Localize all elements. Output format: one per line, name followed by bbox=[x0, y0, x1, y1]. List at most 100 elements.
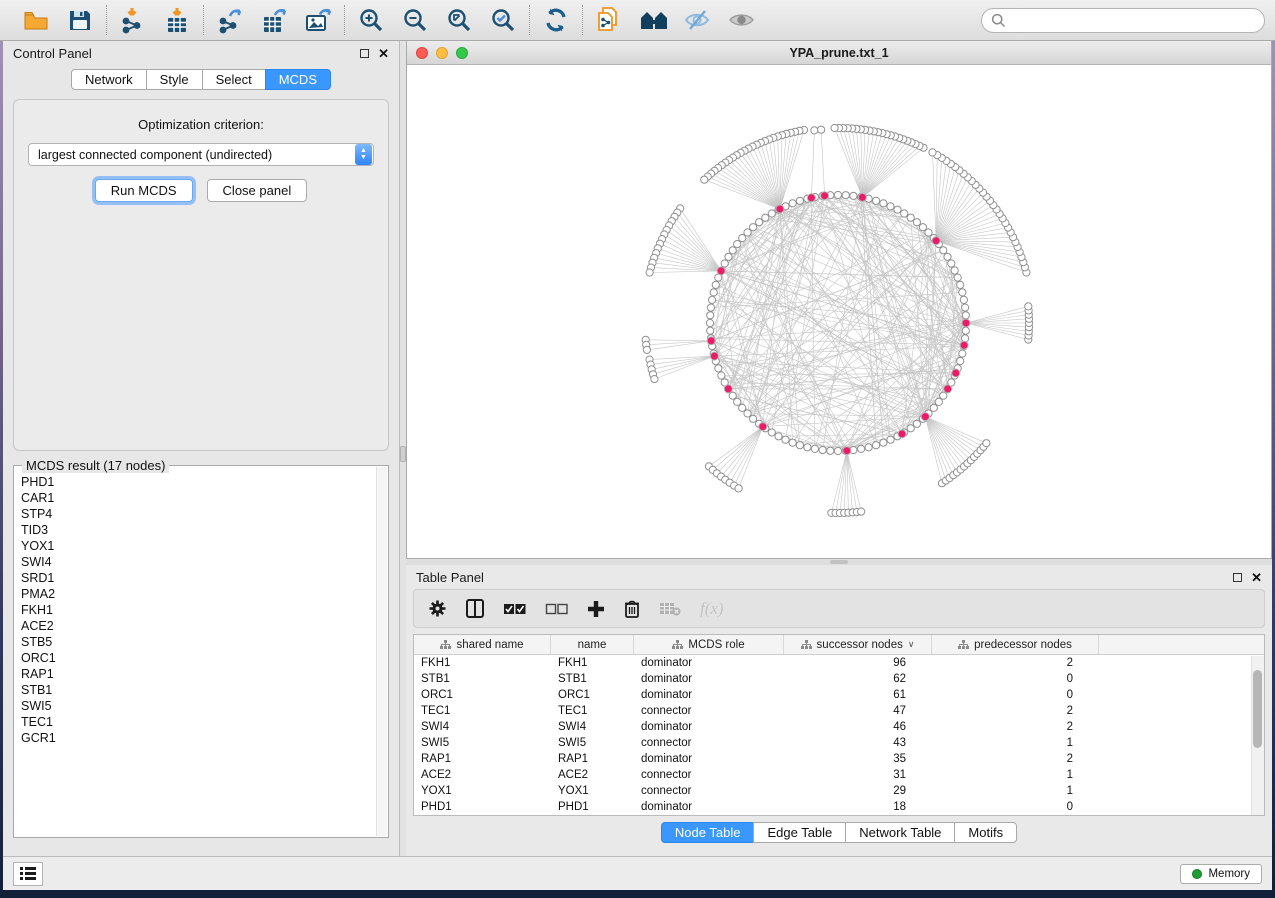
mcds-list-item[interactable]: ORC1 bbox=[21, 650, 382, 666]
network-node[interactable] bbox=[707, 327, 714, 334]
network-leaf-node[interactable] bbox=[643, 346, 650, 353]
network-node[interactable] bbox=[789, 439, 796, 446]
mcds-list-item[interactable]: SWI5 bbox=[21, 698, 382, 714]
network-node[interactable] bbox=[957, 281, 964, 288]
table-cell[interactable]: connector bbox=[634, 767, 784, 783]
save-session-button[interactable] bbox=[66, 6, 94, 34]
network-leaf-node[interactable] bbox=[651, 376, 658, 383]
network-node[interactable] bbox=[734, 241, 741, 248]
deselect-all-columns-button[interactable] bbox=[545, 603, 568, 615]
network-leaf-node[interactable] bbox=[701, 176, 708, 183]
table-cell[interactable]: STB1 bbox=[414, 671, 551, 687]
table-cell[interactable]: YOX1 bbox=[414, 783, 551, 799]
optimization-criterion-select[interactable]: largest connected component (undirected)… bbox=[28, 143, 374, 166]
add-column-button[interactable] bbox=[587, 600, 605, 618]
mcds-result-scrollbar[interactable] bbox=[376, 467, 387, 836]
mcds-list-item[interactable]: PHD1 bbox=[21, 474, 382, 490]
table-cell[interactable]: RAP1 bbox=[551, 751, 634, 767]
close-panel-icon[interactable]: ✕ bbox=[378, 47, 389, 60]
table-cell[interactable]: 35 bbox=[784, 751, 932, 767]
zoom-in-button[interactable] bbox=[357, 6, 385, 34]
mcds-list-item[interactable]: ACE2 bbox=[21, 618, 382, 634]
network-node[interactable] bbox=[951, 267, 958, 274]
network-node[interactable] bbox=[834, 447, 841, 454]
network-node[interactable] bbox=[960, 296, 967, 303]
table-cell[interactable]: 2 bbox=[932, 655, 1099, 671]
tab-style[interactable]: Style bbox=[146, 69, 203, 90]
duplicate-network-button[interactable] bbox=[595, 6, 623, 34]
show-all-button[interactable] bbox=[727, 6, 755, 34]
import-table-button[interactable] bbox=[163, 6, 191, 34]
table-cell[interactable]: PHD1 bbox=[414, 799, 551, 815]
window-minimize-icon[interactable] bbox=[436, 47, 448, 59]
network-node[interactable] bbox=[913, 420, 920, 427]
table-cell[interactable]: 2 bbox=[932, 751, 1099, 767]
table-cell[interactable]: dominator bbox=[634, 751, 784, 767]
network-node[interactable] bbox=[887, 436, 894, 443]
table-cell[interactable]: connector bbox=[634, 735, 784, 751]
network-node[interactable] bbox=[962, 304, 969, 311]
network-leaf-node[interactable] bbox=[929, 149, 936, 156]
table-cell[interactable]: ORC1 bbox=[551, 687, 634, 703]
network-node[interactable] bbox=[940, 247, 947, 254]
table-cell[interactable]: 43 bbox=[784, 735, 932, 751]
close-panel-button[interactable]: Close panel bbox=[207, 179, 308, 202]
table-cell[interactable]: TEC1 bbox=[414, 703, 551, 719]
table-cell[interactable]: 0 bbox=[932, 687, 1099, 703]
column-header-name[interactable]: name bbox=[551, 635, 634, 654]
table-cell[interactable]: connector bbox=[634, 783, 784, 799]
network-leaf-node[interactable] bbox=[831, 124, 838, 131]
column-header-predecessor-nodes[interactable]: predecessor nodes bbox=[932, 635, 1099, 654]
network-node[interactable] bbox=[827, 447, 834, 454]
import-network-button[interactable] bbox=[119, 6, 147, 34]
network-node[interactable] bbox=[721, 260, 728, 267]
table-cell[interactable]: 2 bbox=[932, 719, 1099, 735]
network-hub-node[interactable] bbox=[960, 341, 968, 349]
column-header-MCDS-role[interactable]: MCDS role bbox=[634, 635, 784, 654]
column-header-successor-nodes[interactable]: successor nodes∨ bbox=[784, 635, 932, 654]
network-window-titlebar[interactable]: YPA_prune.txt_1 bbox=[407, 41, 1271, 65]
table-cell[interactable]: ORC1 bbox=[414, 687, 551, 703]
network-node[interactable] bbox=[782, 436, 789, 443]
export-network-button[interactable] bbox=[216, 6, 244, 34]
open-session-button[interactable] bbox=[22, 6, 50, 34]
network-hub-node[interactable] bbox=[932, 237, 940, 245]
network-hub-node[interactable] bbox=[858, 193, 866, 201]
table-cell[interactable]: 47 bbox=[784, 703, 932, 719]
refresh-layout-button[interactable] bbox=[542, 6, 570, 34]
network-node[interactable] bbox=[907, 425, 914, 432]
table-cell[interactable]: connector bbox=[634, 703, 784, 719]
tab-motifs[interactable]: Motifs bbox=[954, 822, 1017, 843]
network-leaf-node[interactable] bbox=[983, 440, 990, 447]
network-node[interactable] bbox=[894, 206, 901, 213]
table-cell[interactable]: SWI4 bbox=[551, 719, 634, 735]
run-mcds-button[interactable]: Run MCDS bbox=[95, 179, 193, 202]
table-scrollbar[interactable] bbox=[1251, 656, 1264, 815]
network-node[interactable] bbox=[750, 415, 757, 422]
mcds-list-item[interactable]: PMA2 bbox=[21, 586, 382, 602]
window-maximize-icon[interactable] bbox=[456, 47, 468, 59]
network-node[interactable] bbox=[739, 404, 746, 411]
first-neighbors-button[interactable] bbox=[639, 6, 667, 34]
table-cell[interactable]: SWI5 bbox=[551, 735, 634, 751]
network-node[interactable] bbox=[887, 203, 894, 210]
tab-node-table[interactable]: Node Table bbox=[661, 822, 755, 843]
network-node[interactable] bbox=[796, 197, 803, 204]
column-layout-button[interactable] bbox=[466, 599, 484, 618]
network-node[interactable] bbox=[940, 392, 947, 399]
sort-chevron-icon[interactable]: ∨ bbox=[908, 639, 915, 650]
table-row[interactable]: ORC1ORC1dominator610 bbox=[414, 687, 1264, 703]
hide-selected-button[interactable] bbox=[683, 6, 711, 34]
window-close-icon[interactable] bbox=[416, 47, 428, 59]
network-node[interactable] bbox=[962, 312, 969, 319]
network-node[interactable] bbox=[919, 224, 926, 231]
table-cell[interactable]: 0 bbox=[932, 671, 1099, 687]
table-cell[interactable]: FKH1 bbox=[414, 655, 551, 671]
select-all-columns-button[interactable] bbox=[503, 603, 526, 615]
table-cell[interactable]: dominator bbox=[634, 655, 784, 671]
network-hub-node[interactable] bbox=[843, 447, 851, 455]
network-node[interactable] bbox=[768, 210, 775, 217]
task-history-button[interactable] bbox=[13, 862, 43, 886]
table-cell[interactable]: TEC1 bbox=[551, 703, 634, 719]
mcds-list-item[interactable]: YOX1 bbox=[21, 538, 382, 554]
